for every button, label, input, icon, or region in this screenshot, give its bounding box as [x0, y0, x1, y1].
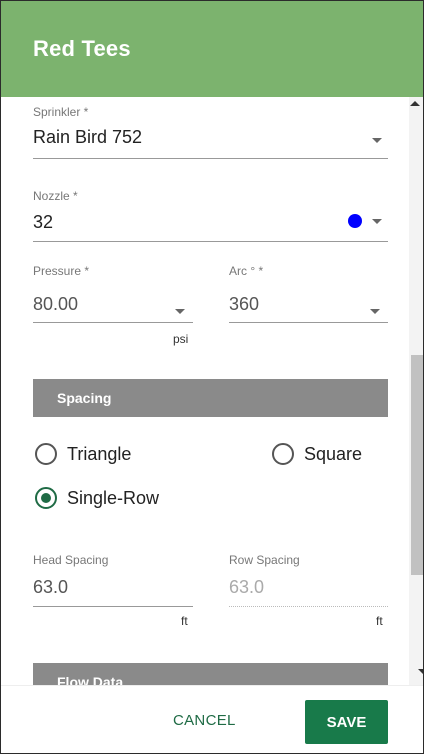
scroll-up-arrow-icon[interactable]	[410, 101, 420, 106]
head-spacing-input[interactable]: 63.0	[33, 577, 68, 598]
pressure-chevron-down-icon[interactable]	[175, 309, 185, 314]
radio-single-row-label: Single-Row	[67, 487, 160, 508]
sprinkler-chevron-down-icon[interactable]	[372, 138, 382, 143]
dialog-header: Red Tees	[1, 1, 423, 97]
arc-underline	[229, 322, 388, 323]
sprinkler-underline	[33, 158, 388, 159]
radio-single-row[interactable]: Single-Row	[35, 487, 159, 509]
head-spacing-label: Head Spacing	[33, 553, 109, 567]
flow-data-section-header: Flow Data	[33, 663, 388, 685]
row-spacing-underline	[229, 606, 388, 607]
nozzle-underline	[33, 241, 388, 242]
scroll-down-arrow-icon[interactable]	[418, 669, 423, 674]
pressure-unit: psi	[173, 332, 189, 346]
radio-triangle[interactable]: Triangle	[35, 443, 131, 465]
pressure-input[interactable]: 80.00	[33, 294, 78, 315]
radio-unchecked-icon	[272, 443, 294, 465]
scrollbar-thumb[interactable]	[411, 355, 423, 575]
row-spacing-unit: ft	[376, 614, 383, 628]
radio-checked-icon	[35, 487, 57, 509]
radio-square-label: Square	[304, 443, 363, 464]
nozzle-label: Nozzle *	[33, 189, 78, 203]
radio-triangle-label: Triangle	[67, 443, 132, 464]
head-spacing-underline	[33, 606, 193, 607]
save-button[interactable]: SAVE	[305, 700, 388, 744]
radio-square[interactable]: Square	[272, 443, 362, 465]
cancel-button[interactable]: CANCEL	[173, 712, 236, 729]
dialog-title: Red Tees	[33, 36, 131, 61]
nozzle-color-indicator	[348, 214, 362, 228]
pressure-label: Pressure *	[33, 264, 90, 278]
arc-chevron-down-icon[interactable]	[370, 309, 380, 314]
arc-input[interactable]: 360	[229, 294, 259, 315]
row-spacing-label: Row Spacing	[229, 553, 300, 567]
flow-data-section-title: Flow Data	[57, 674, 124, 685]
radio-unchecked-icon	[35, 443, 57, 465]
pressure-underline	[33, 322, 193, 323]
head-spacing-unit: ft	[181, 614, 188, 628]
nozzle-chevron-down-icon[interactable]	[372, 219, 382, 224]
arc-label: Arc ° *	[229, 264, 264, 278]
sprinkler-select[interactable]: Rain Bird 752	[33, 127, 142, 148]
nozzle-select[interactable]: 32	[33, 212, 53, 233]
spacing-section-title: Spacing	[57, 390, 112, 406]
row-spacing-input: 63.0	[229, 577, 265, 597]
spacing-section-header: Spacing	[33, 379, 388, 417]
dialog: Red Tees Sprinkler * Rain Bird 752 Nozzl…	[0, 0, 424, 754]
sprinkler-label: Sprinkler *	[33, 105, 89, 119]
form-scroll-area[interactable]: Sprinkler * Rain Bird 752 Nozzle * 32 Pr…	[1, 97, 423, 685]
